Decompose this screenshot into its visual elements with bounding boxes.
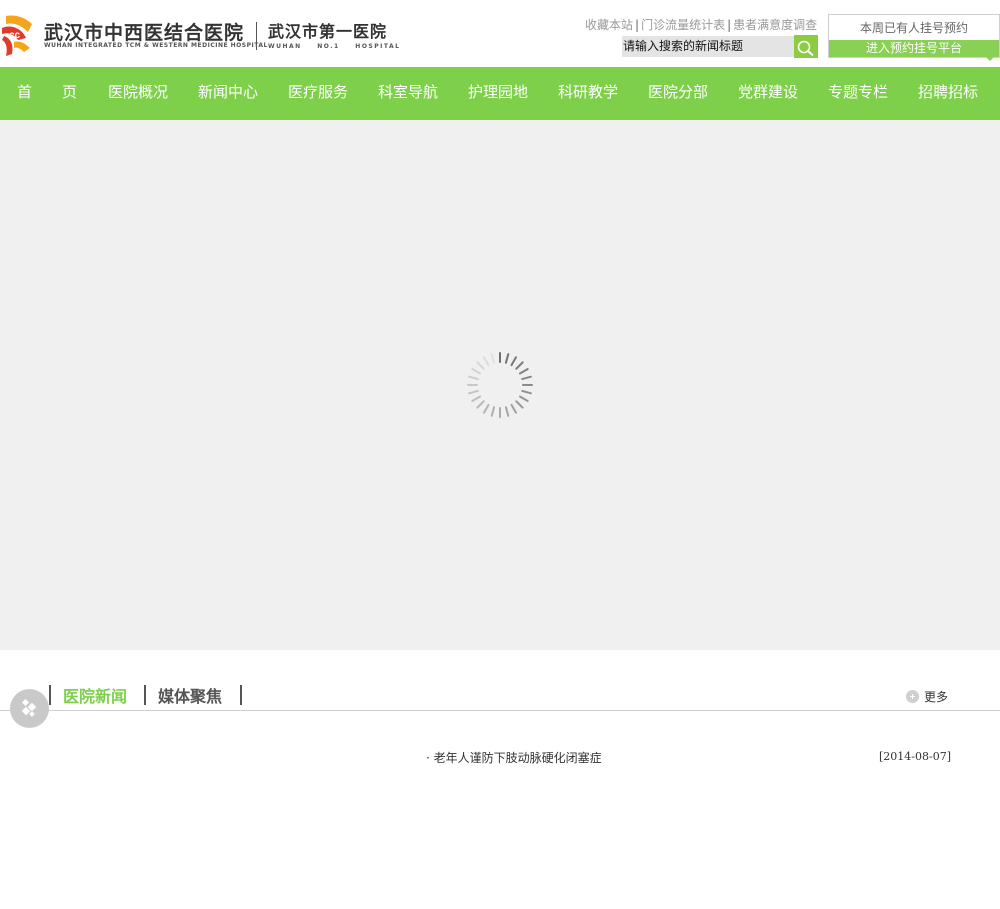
hospital-alias-cn: 武汉市第一医院 bbox=[268, 22, 388, 41]
loading-spinner-icon bbox=[467, 352, 533, 418]
search-icon bbox=[797, 40, 814, 56]
spinner-tick bbox=[518, 368, 529, 375]
hospital-alias-en: WUHAN NO.1 HOSPITAL bbox=[268, 43, 401, 50]
spinner-tick bbox=[510, 403, 517, 414]
spinner-tick bbox=[504, 353, 510, 364]
tab-divider bbox=[144, 685, 146, 705]
top-links: 收藏本站 | 门诊流量统计表 | 患者满意度调查 bbox=[585, 16, 817, 33]
bookmark-link[interactable]: 收藏本站 bbox=[585, 18, 633, 32]
booking-box: 本周已有人挂号预约 进入预约挂号平台 bbox=[828, 14, 1000, 58]
nav-item-home[interactable]: 首 页 bbox=[17, 67, 77, 120]
spinner-tick bbox=[483, 356, 490, 367]
spinner-tick bbox=[504, 406, 510, 417]
spinner-tick bbox=[521, 389, 532, 395]
booking-count-text: 本周已有人挂号预约 bbox=[859, 21, 968, 35]
plus-circle-icon bbox=[906, 690, 919, 703]
spinner-tick bbox=[471, 395, 482, 402]
spinner-tick bbox=[476, 400, 485, 409]
search-input[interactable] bbox=[622, 36, 794, 57]
spinner-tick bbox=[468, 375, 479, 381]
nav-item-topics[interactable]: 专题专栏 bbox=[828, 67, 888, 120]
outpatient-stats-link[interactable]: 门诊流量统计表 bbox=[641, 18, 725, 32]
nav-item-news-center[interactable]: 新闻中心 bbox=[198, 67, 258, 120]
tab-divider bbox=[49, 685, 51, 705]
spinner-tick bbox=[515, 400, 524, 409]
float-widget-icon bbox=[21, 698, 37, 717]
news-item-title[interactable]: · 老年人谨防下肢动脉硬化闭塞症 bbox=[426, 749, 602, 766]
more-label: 更多 bbox=[924, 690, 949, 704]
news-tabs: 医院新闻 媒体聚焦 更多 bbox=[0, 683, 1000, 711]
tab-divider bbox=[240, 685, 242, 705]
tab-hospital-news[interactable]: 医院新闻 bbox=[63, 683, 127, 707]
spinner-tick bbox=[521, 375, 532, 381]
search-button[interactable] bbox=[794, 35, 818, 58]
news-item-date: [2014-08-07] bbox=[879, 750, 952, 763]
spinner-tick bbox=[476, 361, 485, 370]
logo-mark-icon[interactable]: cc bbox=[0, 14, 34, 58]
spinner-tick bbox=[483, 403, 490, 414]
nav-item-departments[interactable]: 科室导航 bbox=[378, 67, 438, 120]
spinner-tick bbox=[490, 353, 496, 364]
spinner-tick bbox=[510, 356, 517, 367]
nav-item-research[interactable]: 科研教学 bbox=[558, 67, 618, 120]
dropdown-arrow-icon bbox=[985, 56, 995, 61]
spinner-tick bbox=[490, 406, 496, 417]
link-separator: | bbox=[635, 18, 640, 32]
nav-item-branches[interactable]: 医院分部 bbox=[648, 67, 708, 120]
main-nav: 首 页 医院概况 新闻中心 医疗服务 科室导航 护理园地 科研教学 医院分部 党… bbox=[0, 67, 1000, 120]
spinner-tick bbox=[515, 361, 524, 370]
tab-media-focus[interactable]: 媒体聚焦 bbox=[158, 683, 222, 707]
logo-divider bbox=[256, 22, 257, 50]
more-link[interactable]: 更多 bbox=[906, 688, 948, 705]
svg-text:cc: cc bbox=[9, 30, 21, 41]
nav-item-party[interactable]: 党群建设 bbox=[738, 67, 798, 120]
site-header: cc 武汉市中西医结合医院 WUHAN INTEGRATED TCM & WES… bbox=[0, 0, 1000, 67]
news-divider bbox=[0, 710, 1000, 711]
nav-item-medical-services[interactable]: 医疗服务 bbox=[288, 67, 348, 120]
nav-item-overview[interactable]: 医院概况 bbox=[108, 67, 168, 120]
float-widget-button[interactable] bbox=[10, 689, 49, 728]
satisfaction-survey-link[interactable]: 患者满意度调查 bbox=[733, 18, 817, 32]
spinner-tick bbox=[468, 389, 479, 395]
hospital-name-cn: 武汉市中西医结合医院 bbox=[44, 22, 245, 44]
nav-item-nursing[interactable]: 护理园地 bbox=[468, 67, 528, 120]
booking-platform-link[interactable]: 进入预约挂号平台 bbox=[829, 40, 999, 57]
hospital-name-en: WUHAN INTEGRATED TCM & WESTERN MEDICINE … bbox=[44, 42, 268, 49]
spinner-tick bbox=[518, 395, 529, 402]
nav-item-recruitment[interactable]: 招聘招标 bbox=[918, 67, 978, 120]
spinner-tick bbox=[471, 368, 482, 375]
link-separator: | bbox=[727, 18, 732, 32]
